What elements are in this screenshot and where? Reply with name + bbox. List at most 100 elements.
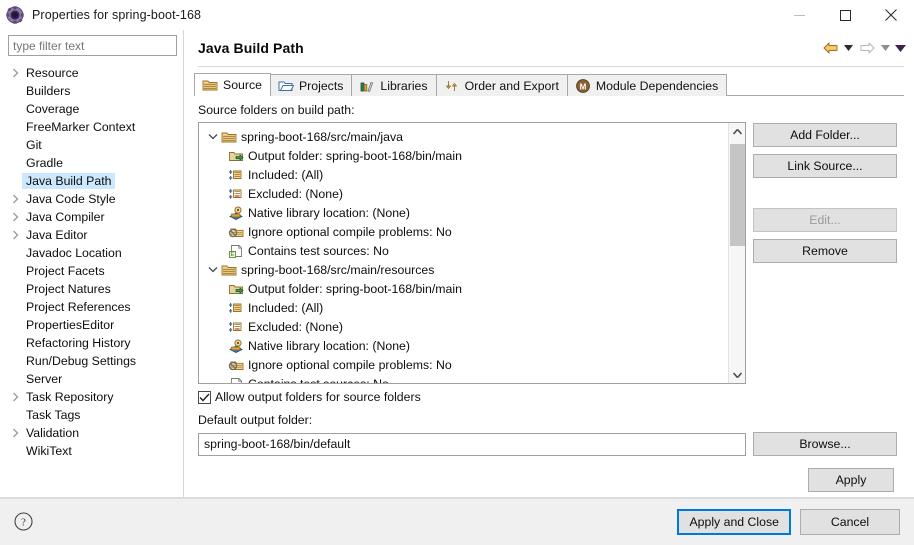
sidebar-item-java-code-style[interactable]: Java Code Style — [0, 190, 183, 208]
sidebar-item-label: Run/Debug Settings — [26, 354, 137, 368]
link-source-button[interactable]: Link Source... — [753, 154, 897, 178]
tab-module-dependencies[interactable]: M Module Dependencies — [566, 74, 728, 96]
close-button[interactable] — [868, 0, 914, 30]
filter-wrapper — [0, 30, 183, 61]
tree-row-attribute[interactable]: Ignore optional compile problems: No — [199, 222, 728, 241]
tab-libraries[interactable]: Libraries — [351, 74, 437, 96]
sidebar-item-freemarker-context[interactable]: FreeMarker Context — [0, 118, 183, 136]
sidebar-item-label: WikiText — [26, 444, 72, 458]
sidebar-item-validation[interactable]: Validation — [0, 424, 183, 442]
ignore-problems-icon — [227, 357, 244, 373]
scroll-down-chevron-down-icon[interactable] — [729, 366, 746, 383]
allow-output-folders-checkbox[interactable] — [198, 390, 211, 404]
back-history-chevron-down-icon[interactable] — [841, 37, 856, 59]
tab-projects[interactable]: Projects — [269, 74, 353, 96]
scroll-up-chevron-up-icon[interactable] — [729, 123, 746, 140]
tree-row-source-folder[interactable]: spring-boot-168/src/main/resources — [199, 260, 728, 279]
sidebar-item-task-tags[interactable]: Task Tags — [0, 406, 183, 424]
sidebar-item-propertieseditor[interactable]: PropertiesEditor — [0, 316, 183, 334]
forward-arrow-icon[interactable] — [856, 37, 878, 59]
sidebar-item-task-repository[interactable]: Task Repository — [0, 388, 183, 406]
chevron-right-icon[interactable] — [8, 68, 22, 78]
sidebar-item-builders[interactable]: Builders — [0, 82, 183, 100]
tree-row-attribute[interactable]: Native library location: (None) — [199, 203, 728, 222]
tree-row-attribute[interactable]: Excluded: (None) — [199, 184, 728, 203]
remove-button[interactable]: Remove — [753, 239, 897, 263]
tab-label: Projects — [298, 78, 344, 93]
tree-row-attribute[interactable]: Output folder: spring-boot-168/bin/main — [199, 279, 728, 298]
sidebar-item-project-facets[interactable]: Project Facets — [0, 262, 183, 280]
order-arrows-icon — [444, 78, 460, 94]
sidebar-item-javadoc-location[interactable]: Javadoc Location — [0, 244, 183, 262]
source-folders-tree[interactable]: spring-boot-168/src/main/java Output fold… — [199, 123, 728, 383]
settings-sidebar: Resource Builders Coverage FreeMarker Conte… — [0, 30, 184, 497]
tree-row-attribute[interactable]: Included: (All) — [199, 165, 728, 184]
tree-row-attribute[interactable]: E Contains test sources: No — [199, 241, 728, 260]
libraries-books-icon — [359, 78, 375, 94]
scrollbar-thumb[interactable] — [729, 144, 745, 246]
sidebar-item-resource[interactable]: Resource — [0, 64, 183, 82]
tree-vertical-scrollbar[interactable] — [728, 123, 745, 383]
apply-button[interactable]: Apply — [808, 468, 894, 492]
tree-row-label: spring-boot-168/src/main/java — [241, 129, 403, 144]
cancel-button[interactable]: Cancel — [800, 508, 900, 535]
sidebar-item-git[interactable]: Git — [0, 136, 183, 154]
history-chevron-down-filled-icon[interactable] — [893, 37, 908, 59]
build-path-tabs[interactable]: Source Projects Libraries Order and Export M… — [184, 67, 914, 96]
maximize-button[interactable] — [822, 0, 868, 30]
browse-button[interactable]: Browse... — [753, 432, 897, 456]
apply-and-close-button[interactable]: Apply and Close — [677, 508, 791, 535]
tree-row-attribute[interactable]: Ignore optional compile problems: No — [199, 355, 728, 374]
sidebar-item-java-build-path[interactable]: Java Build Path — [0, 172, 183, 190]
chevron-right-icon[interactable] — [8, 428, 22, 438]
sidebar-item-project-references[interactable]: Project References — [0, 298, 183, 316]
chevron-right-icon[interactable] — [8, 230, 22, 240]
chevron-right-icon[interactable] — [8, 194, 22, 204]
tree-row-attribute[interactable]: Included: (All) — [199, 298, 728, 317]
sidebar-item-refactoring-history[interactable]: Refactoring History — [0, 334, 183, 352]
forward-history-chevron-down-icon[interactable] — [878, 37, 893, 59]
chevron-right-icon[interactable] — [8, 212, 22, 222]
content-pane: Java Build Path Source Projects Librarie… — [184, 30, 914, 497]
sidebar-item-gradle[interactable]: Gradle — [0, 154, 183, 172]
sidebar-item-java-editor[interactable]: Java Editor — [0, 226, 183, 244]
chevron-right-icon[interactable] — [8, 392, 22, 402]
tree-row-label: spring-boot-168/src/main/resources — [241, 262, 435, 277]
tree-row-label: Ignore optional compile problems: No — [248, 357, 452, 372]
sidebar-item-run-debug-settings[interactable]: Run/Debug Settings — [0, 352, 183, 370]
tree-row-attribute[interactable]: Excluded: (None) — [199, 317, 728, 336]
sidebar-item-label: Java Build Path — [22, 173, 116, 189]
filter-input[interactable] — [8, 35, 177, 56]
tree-row-attribute[interactable]: Native library location: (None) — [199, 336, 728, 355]
native-library-icon — [227, 338, 244, 354]
svg-text:E: E — [230, 252, 234, 258]
excluded-filter-icon — [227, 186, 244, 202]
allow-output-folders-checkbox-row[interactable]: Allow output folders for source folders — [198, 390, 904, 404]
sidebar-item-coverage[interactable]: Coverage — [0, 100, 183, 118]
chevron-down-icon[interactable] — [205, 266, 220, 273]
sidebar-item-label: Java Editor — [26, 228, 88, 242]
chevron-down-icon[interactable] — [205, 133, 220, 140]
tab-source[interactable]: Source — [194, 73, 271, 96]
tree-row-label: Native library location: (None) — [248, 338, 410, 353]
help-question-icon[interactable]: ? — [12, 511, 34, 533]
sidebar-item-java-compiler[interactable]: Java Compiler — [0, 208, 183, 226]
sidebar-item-server[interactable]: Server — [0, 370, 183, 388]
minimize-button[interactable] — [776, 0, 822, 30]
sidebar-item-project-natures[interactable]: Project Natures — [0, 280, 183, 298]
project-folder-icon — [278, 78, 294, 94]
tree-row-attribute[interactable]: E Contains test sources: No — [199, 374, 728, 383]
settings-category-tree[interactable]: Resource Builders Coverage FreeMarker Conte… — [0, 61, 183, 497]
content-header: Java Build Path — [184, 30, 914, 66]
tree-row-attribute[interactable]: Output folder: spring-boot-168/bin/main — [199, 146, 728, 165]
sidebar-item-label: Javadoc Location — [26, 246, 122, 260]
back-arrow-icon[interactable] — [819, 37, 841, 59]
test-sources-icon: E — [227, 376, 244, 383]
sidebar-item-wikitext[interactable]: WikiText — [0, 442, 183, 460]
tree-row-source-folder[interactable]: spring-boot-168/src/main/java — [199, 127, 728, 146]
scrollbar-track[interactable] — [729, 140, 746, 366]
sidebar-item-label: FreeMarker Context — [26, 120, 136, 134]
tab-order-and-export[interactable]: Order and Export — [435, 74, 568, 96]
default-output-folder-input[interactable] — [198, 432, 746, 456]
add-folder-button[interactable]: Add Folder... — [753, 123, 897, 147]
